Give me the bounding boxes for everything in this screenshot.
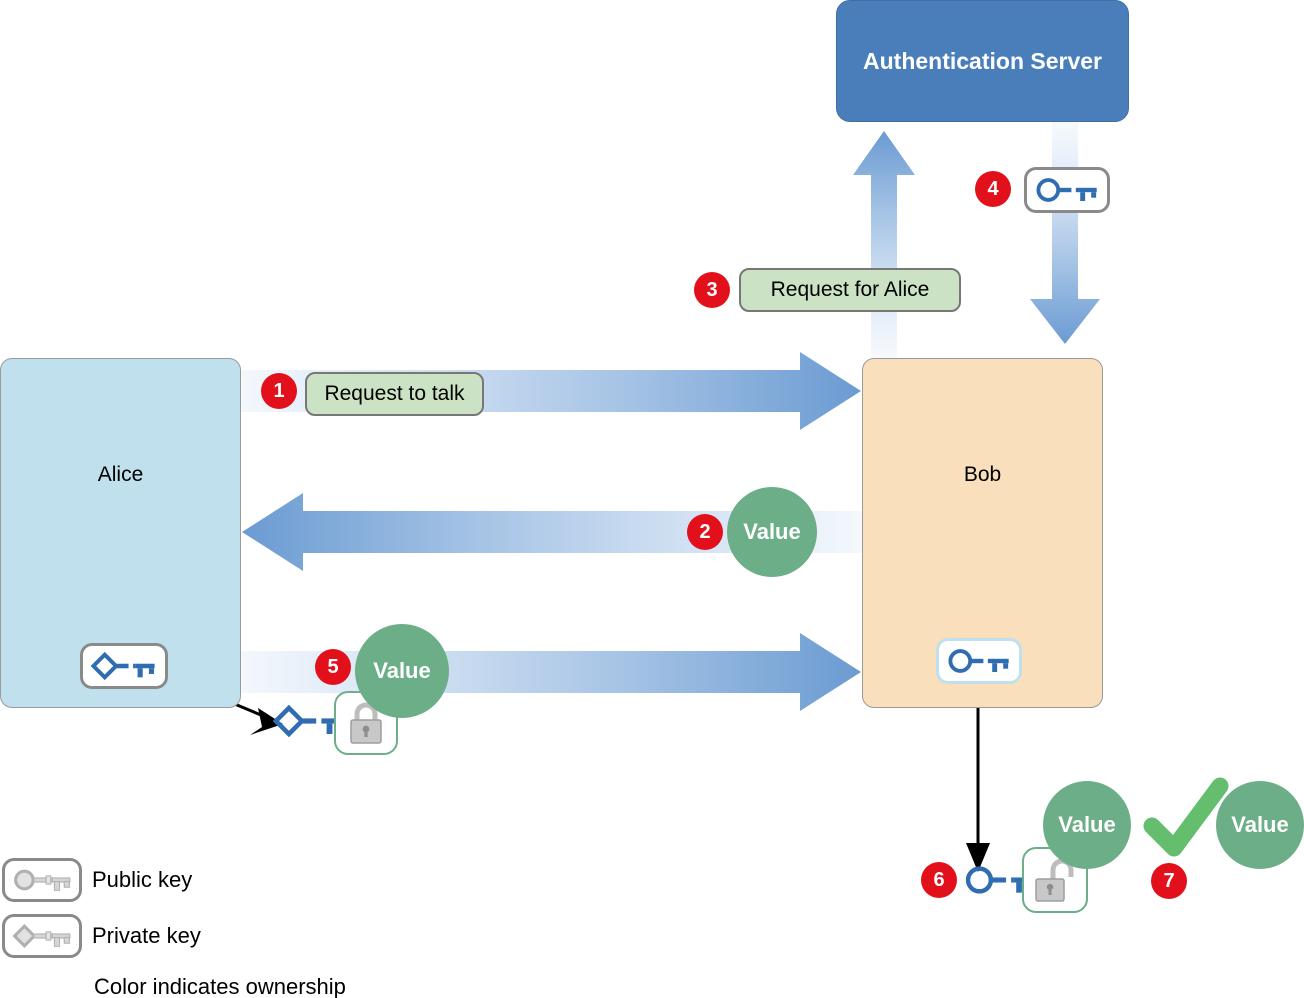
public-key-icon [1036, 178, 1097, 202]
step-badge-7[interactable]: 7 [1151, 863, 1187, 899]
legend-ownership-note: Color indicates ownership [94, 974, 346, 998]
value-text: Value [743, 519, 801, 544]
step-badge-2[interactable]: 2 [687, 514, 723, 550]
step-badge-1[interactable]: 1 [261, 373, 297, 409]
value-circle-decrypted: Value [1043, 781, 1131, 869]
pointer-bob-public-key [966, 687, 990, 872]
public-key-icon [14, 869, 71, 891]
alice-label: Alice [97, 463, 144, 486]
value-circle-expected: Value [1216, 781, 1304, 869]
arrow-step-4 [1030, 122, 1100, 344]
legend-private-key-chip [2, 914, 82, 958]
public-key-icon [948, 649, 1009, 673]
message-request-to-talk[interactable]: Request to talk [305, 372, 484, 416]
message-text: Request for Alice [770, 278, 930, 301]
value-text: Value [1058, 812, 1116, 837]
badge-number: 7 [1163, 869, 1175, 892]
step-badge-6[interactable]: 6 [921, 862, 957, 898]
auth-server-label: Authentication Server [863, 47, 1102, 74]
message-request-for-alice[interactable]: Request for Alice [739, 268, 961, 312]
legend: Public key Private key Color indicates o… [2, 856, 346, 998]
step-badge-3[interactable]: 3 [694, 272, 730, 308]
legend-row-public-key: Public key [2, 856, 346, 904]
private-key-icon [90, 651, 155, 681]
legend-row-private-key: Private key [2, 912, 346, 960]
value-text: Value [373, 658, 431, 683]
badge-number: 3 [706, 278, 718, 301]
legend-public-key-chip [2, 858, 82, 902]
private-key-icon [12, 923, 71, 949]
value-circle-step-2: Value [727, 487, 817, 577]
value-circle-step-5: Value [355, 624, 449, 718]
badge-number: 6 [933, 868, 945, 891]
badge-number: 2 [699, 520, 711, 543]
badge-number: 4 [987, 177, 999, 200]
message-text: Request to talk [324, 382, 465, 405]
step-badge-4[interactable]: 4 [975, 171, 1011, 207]
arrow-step-3 [853, 131, 915, 358]
bob-held-public-key-chip[interactable] [936, 638, 1022, 684]
step-badge-5[interactable]: 5 [315, 649, 351, 685]
legend-private-key-label: Private key [92, 923, 201, 948]
badge-number: 1 [273, 379, 285, 402]
step-4-public-key-chip[interactable] [1024, 167, 1110, 213]
badge-number: 5 [327, 655, 339, 678]
value-text: Value [1231, 812, 1289, 837]
legend-public-key-label: Public key [92, 867, 193, 892]
diagram-canvas: Authentication Server Alice Bob Value Va… [0, 0, 1304, 998]
entity-authentication-server[interactable]: Authentication Server [836, 0, 1129, 122]
bob-label: Bob [963, 463, 1002, 486]
alice-private-key-chip[interactable] [80, 643, 168, 689]
